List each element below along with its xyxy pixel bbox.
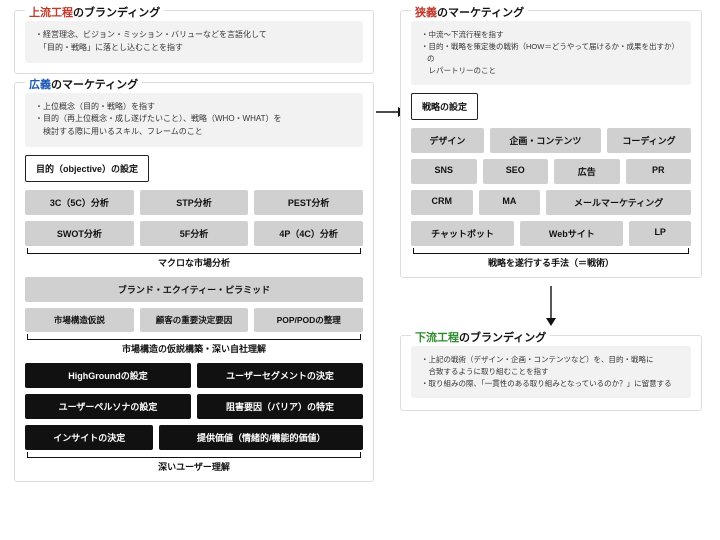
title-suffix: のブランディング bbox=[459, 332, 546, 344]
user-cell: インサイトの決定 bbox=[25, 425, 153, 450]
analysis-cell: 3C（5C）分析 bbox=[25, 190, 134, 215]
tactic-cell: メールマーケティング bbox=[546, 190, 691, 215]
bracket-line bbox=[27, 452, 361, 458]
section-branding-downstream: 下流工程のブランディング ・上記の戦術（デザイン・企画・コンテンツなど）を、目的… bbox=[400, 335, 702, 411]
desc-line: 検討する際に用いるスキル、フレームのこと bbox=[35, 126, 353, 139]
desc-line: ・上記の戦術（デザイン・企画・コンテンツなど）を、目的・戦略に bbox=[421, 354, 681, 366]
title-suffix: のマーケティング bbox=[51, 79, 138, 91]
arrow-down-icon bbox=[400, 286, 702, 329]
bracket-line bbox=[27, 334, 361, 340]
desc-line: レパートリーのこと bbox=[421, 65, 681, 77]
title-prefix: 下流工程 bbox=[415, 332, 459, 344]
tactic-cell: SEO bbox=[483, 159, 549, 184]
analysis-cell: 4P（4C）分析 bbox=[254, 221, 363, 246]
title-prefix: 広義 bbox=[29, 79, 51, 91]
title-suffix: のブランディング bbox=[73, 7, 160, 19]
desc-line: 「目的・戦略」に落とし込むことを指す bbox=[35, 42, 353, 55]
section-broad-marketing: 広義のマーケティング ・上位概念（目的・戦略）を指す ・目的（再上位概念・成し遂… bbox=[14, 82, 374, 482]
bracket-label-user: 深いユーザー理解 bbox=[25, 460, 363, 473]
desc-line: ・経営理念、ビジョン・ミッション・バリューなどを言語化して bbox=[35, 29, 353, 42]
section-title-branding-upstream: 上流工程のブランディング bbox=[25, 4, 164, 20]
bracket-label-structure: 市場構造の仮説構築・深い自社理解 bbox=[25, 342, 363, 355]
desc-branding-upstream: ・経営理念、ビジョン・ミッション・バリューなどを言語化して 「目的・戦略」に落と… bbox=[25, 21, 363, 63]
objective-cell: 目的（objective）の設定 bbox=[25, 155, 149, 182]
tactic-cell: コーディング bbox=[607, 128, 691, 153]
bracket-line bbox=[413, 248, 689, 254]
group-market-structure: ブランド・エクイティー・ピラミッド 市場構造仮説 顧客の重要決定要因 POP/P… bbox=[25, 277, 363, 355]
bracket-label-macro: マクロな市場分析 bbox=[25, 256, 363, 269]
analysis-cell: POP/PODの整理 bbox=[254, 308, 363, 332]
user-cell: 阻害要因（バリア）の特定 bbox=[197, 394, 363, 419]
tactic-cell: 広告 bbox=[554, 159, 620, 184]
bracket-label-tactics: 戦略を遂行する手法（＝戦術） bbox=[411, 256, 691, 269]
title-prefix: 上流工程 bbox=[29, 7, 73, 19]
desc-narrow-marketing: ・中流～下流行程を指す ・目的・戦略を策定後の戦術（HOW＝どうやって届けるか・… bbox=[411, 21, 691, 85]
desc-line: 合致するように取り組むことを指す bbox=[421, 366, 681, 378]
analysis-cell: SWOT分析 bbox=[25, 221, 134, 246]
section-title-broad-marketing: 広義のマーケティング bbox=[25, 76, 142, 92]
analysis-cell: PEST分析 bbox=[254, 190, 363, 215]
tactic-cell: PR bbox=[626, 159, 692, 184]
desc-line: ・取り組みの際、「一貫性のある取り組みとなっているのか？」に留意する bbox=[421, 378, 681, 390]
tactic-cell: チャットボット bbox=[411, 221, 514, 246]
desc-branding-downstream: ・上記の戦術（デザイン・企画・コンテンツなど）を、目的・戦略に 合致するように取… bbox=[411, 346, 691, 398]
desc-line: ・中流～下流行程を指す bbox=[421, 29, 681, 41]
analysis-cell: 市場構造仮説 bbox=[25, 308, 134, 332]
bracket-line bbox=[27, 248, 361, 254]
strategy-cell: 戦略の設定 bbox=[411, 93, 478, 120]
desc-line: ・上位概念（目的・戦略）を指す bbox=[35, 101, 353, 114]
tactic-cell: 企画・コンテンツ bbox=[490, 128, 601, 153]
tactic-cell: Webサイト bbox=[520, 221, 623, 246]
user-cell: 提供価値（情緒的/機能的価値） bbox=[159, 425, 363, 450]
tactic-cell: LP bbox=[629, 221, 691, 246]
analysis-cell: STP分析 bbox=[140, 190, 249, 215]
user-cell: ユーザーペルソナの設定 bbox=[25, 394, 191, 419]
section-title-branding-downstream: 下流工程のブランディング bbox=[411, 329, 550, 345]
section-branding-upstream: 上流工程のブランディング ・経営理念、ビジョン・ミッション・バリューなどを言語化… bbox=[14, 10, 374, 74]
title-prefix: 狭義 bbox=[415, 7, 437, 19]
section-title-narrow-marketing: 狭義のマーケティング bbox=[411, 4, 528, 20]
desc-line: ・目的・戦略を策定後の戦術（HOW＝どうやって届けるか・成果を出すか）の bbox=[421, 41, 681, 65]
group-user-understanding: HighGroundの設定 ユーザーセグメントの決定 ユーザーペルソナの設定 阻… bbox=[25, 363, 363, 473]
analysis-cell: 5F分析 bbox=[140, 221, 249, 246]
section-narrow-marketing: 狭義のマーケティング ・中流～下流行程を指す ・目的・戦略を策定後の戦術（HOW… bbox=[400, 10, 702, 278]
user-cell: ユーザーセグメントの決定 bbox=[197, 363, 363, 388]
analysis-cell: 顧客の重要決定要因 bbox=[140, 308, 249, 332]
group-tactics: デザイン 企画・コンテンツ コーディング SNS SEO 広告 PR CRM M… bbox=[411, 128, 691, 269]
tactic-cell: デザイン bbox=[411, 128, 484, 153]
group-macro-analysis: 3C（5C）分析 STP分析 PEST分析 SWOT分析 5F分析 4P（4C）… bbox=[25, 190, 363, 269]
desc-broad-marketing: ・上位概念（目的・戦略）を指す ・目的（再上位概念・成し遂げたいこと）、戦略（W… bbox=[25, 93, 363, 147]
user-cell: HighGroundの設定 bbox=[25, 363, 191, 388]
title-suffix: のマーケティング bbox=[437, 7, 524, 19]
tactic-cell: MA bbox=[479, 190, 541, 215]
desc-line: ・目的（再上位概念・成し遂げたいこと）、戦略（WHO・WHAT）を bbox=[35, 113, 353, 126]
tactic-cell: CRM bbox=[411, 190, 473, 215]
analysis-cell: ブランド・エクイティー・ピラミッド bbox=[25, 277, 363, 302]
tactic-cell: SNS bbox=[411, 159, 477, 184]
